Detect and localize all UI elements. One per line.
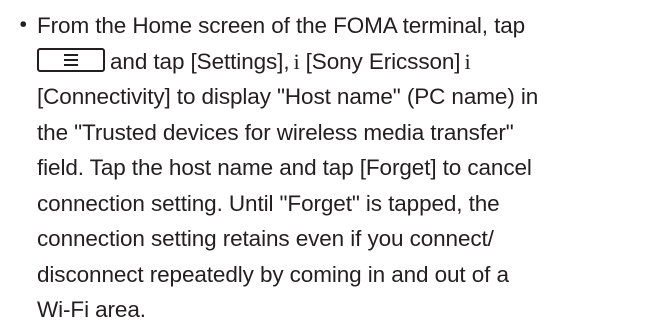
line-2-tail: [Sony Ericsson] [305, 48, 461, 74]
text-line-4: the "Trusted devices for wireless media … [37, 119, 514, 145]
line-2-text: and tap [Settings], [110, 48, 290, 74]
text-line-7: connection setting retains even if you c… [37, 226, 494, 251]
text-line-9: Wi-Fi area. [37, 297, 146, 322]
text-line-3: [Connectivity] to display "Host name" (P… [37, 84, 539, 109]
line-1-text: From the Home screen of the FOMA termina… [37, 13, 526, 38]
text-line-2: and tap [Settings], i [Sony Ericsson] i [12, 44, 662, 80]
menu-key-icon [37, 47, 105, 72]
menu-lines-icon [64, 53, 78, 66]
arrow-icon-2: i [464, 48, 471, 74]
text-line-1: ・ From the Home screen of the FOMA termin… [12, 8, 662, 44]
instruction-paragraph: ・ From the Home screen of the FOMA termin… [12, 8, 662, 328]
text-line-6: connection setting. Until "Forget" is ta… [37, 190, 500, 216]
bullet-icon: ・ [12, 13, 35, 38]
arrow-icon: i [293, 48, 300, 74]
text-line-5: field. Tap the host name and tap [Forget… [37, 155, 532, 180]
text-line-8: disconnect repeatedly by coming in and o… [37, 261, 509, 287]
